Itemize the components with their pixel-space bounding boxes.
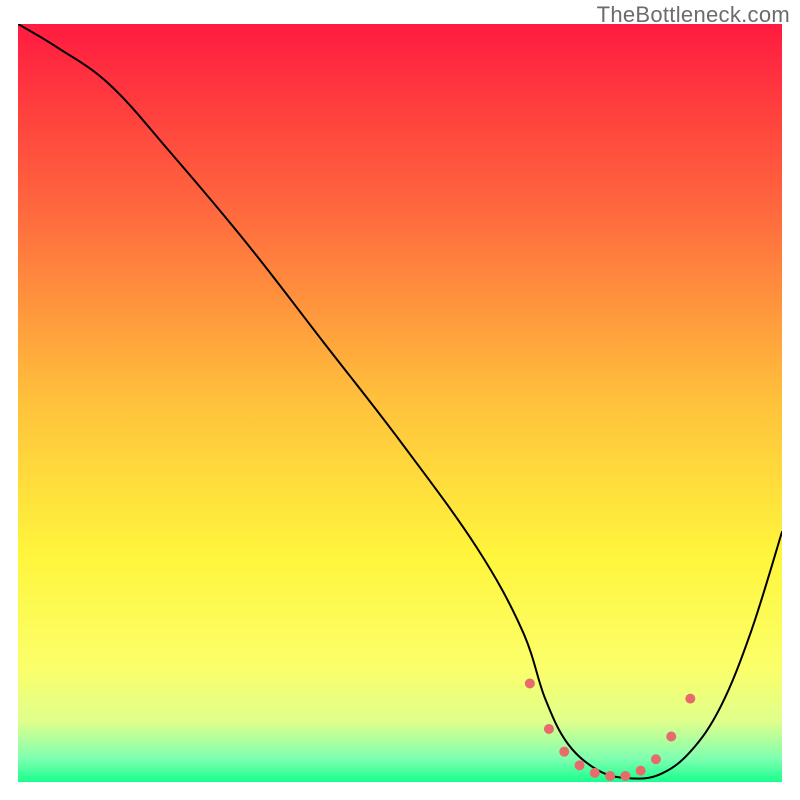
marker-dot [559,747,569,757]
plot-area [18,24,782,782]
chart-svg [18,24,782,782]
marker-dot [525,678,535,688]
watermark-label: TheBottleneck.com [597,2,790,28]
gradient-background [18,24,782,782]
marker-dot [636,766,646,776]
marker-dot [544,724,554,734]
marker-dot [651,754,661,764]
marker-dot [605,771,615,781]
chart-container: TheBottleneck.com [0,0,800,800]
marker-dot [590,768,600,778]
marker-dot [685,694,695,704]
marker-dot [575,760,585,770]
marker-dot [666,732,676,742]
marker-dot [620,771,630,781]
